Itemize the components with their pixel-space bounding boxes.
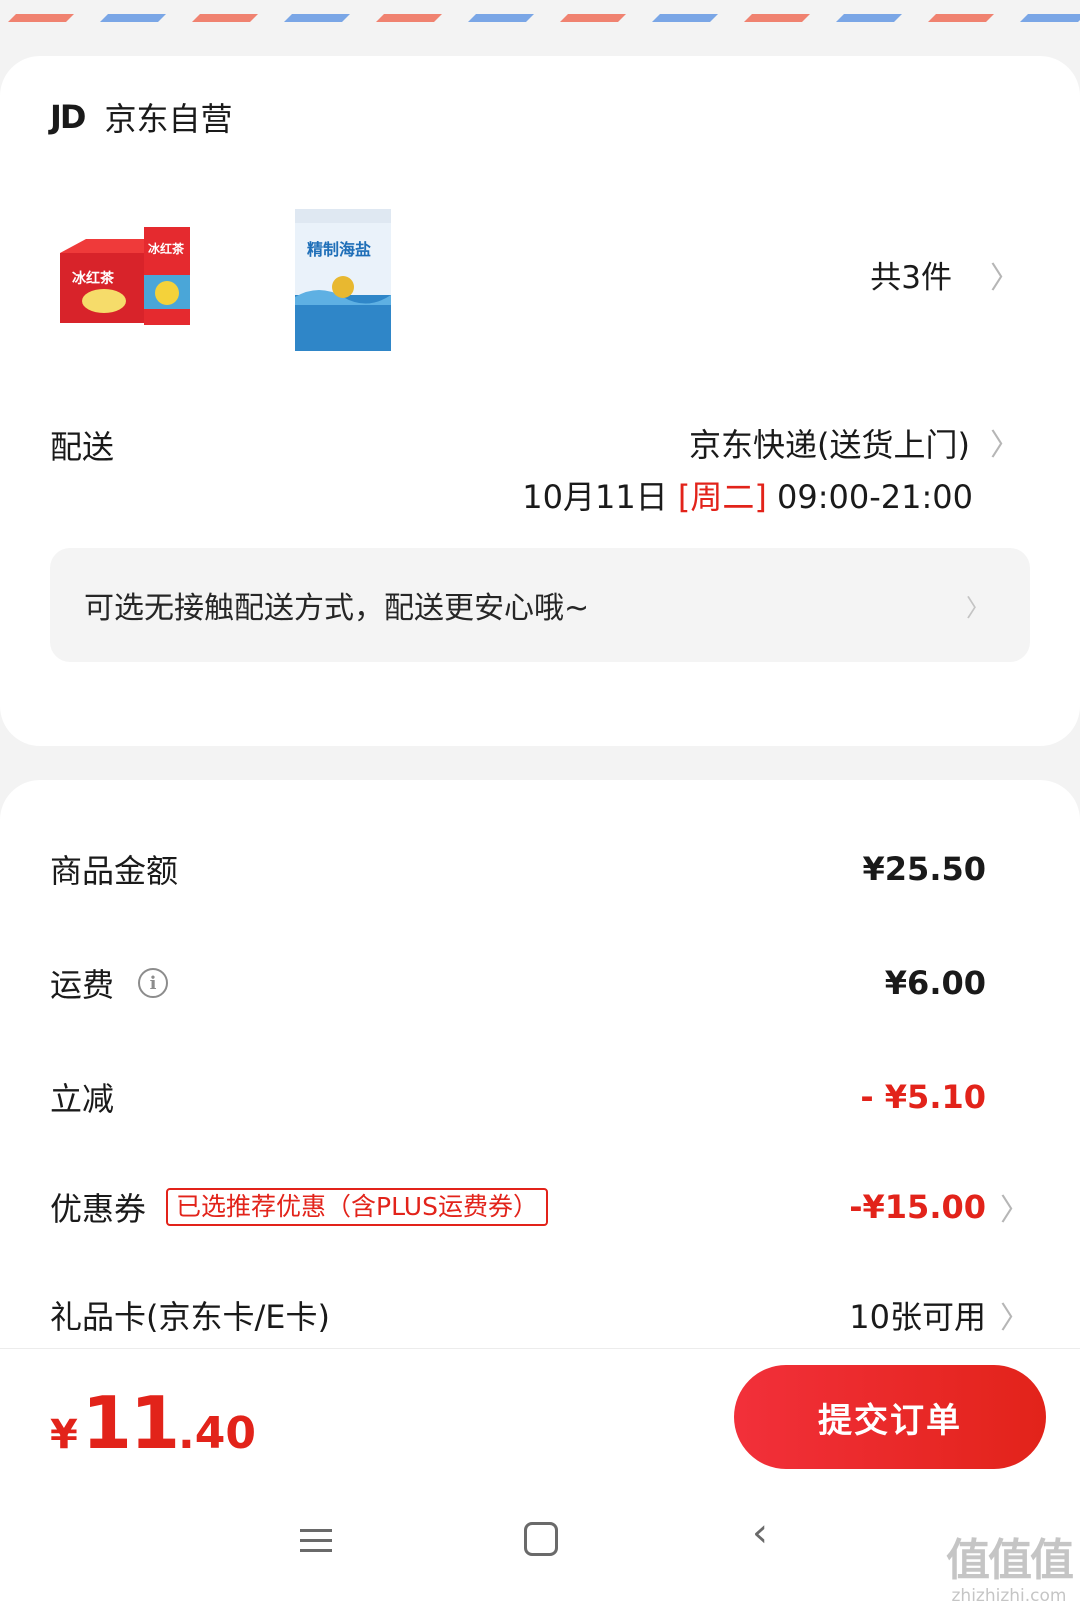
contactless-delivery-notice[interactable]: 可选无接触配送方式，配送更安心哦~ 〉 (50, 548, 1030, 662)
home-icon[interactable] (524, 1522, 558, 1556)
shop-header: JD 京东自营 (50, 94, 232, 140)
goods-amount-row: 商品金额 ¥25.50 (50, 844, 1030, 894)
delivery-time[interactable]: 10月11日 [周二] 09:00-21:00 (522, 472, 973, 518)
shipping-fee-label: 运费 (50, 966, 115, 1004)
submit-order-button[interactable]: 提交订单 (734, 1365, 1046, 1469)
watermark: 值值值 zhizhizhi.com (946, 1524, 1074, 1606)
delivery-method[interactable]: 京东快递(送货上门) (689, 420, 970, 466)
product-thumbnails[interactable]: 冰红茶 冰红茶 精制海盐 (56, 205, 486, 355)
total-integer: 11 (81, 1381, 180, 1465)
item-count-row[interactable]: 共3件 〉 (870, 252, 1020, 297)
delivery-time-slot: 09:00-21:00 (777, 478, 973, 516)
coupon-row[interactable]: 优惠券 已选推荐优惠（含PLUS运费券） -¥15.00 〉 (50, 1182, 1030, 1232)
svg-text:冰红茶: 冰红茶 (148, 241, 185, 256)
currency-symbol: ¥ (50, 1412, 78, 1458)
notice-text: 可选无接触配送方式，配送更安心哦~ (84, 591, 590, 626)
item-count: 共3件 (870, 260, 952, 296)
coupon-recommend-tag: 已选推荐优惠（含PLUS运费券） (166, 1188, 548, 1226)
gift-card-value: 10张可用 (849, 1298, 986, 1336)
chevron-right-icon: 〉 (966, 594, 990, 622)
chevron-right-icon[interactable]: 〉 (1000, 1185, 1030, 1229)
order-card: JD 京东自营 冰红茶 冰红茶 精制海盐 共3件 〉 配送 京东快递(送货上门)… (0, 56, 1080, 746)
shipping-fee-row: 运费 i ¥6.00 (50, 958, 1030, 1008)
total-decimal: .40 (178, 1408, 256, 1459)
salt-bag-product-image[interactable]: 精制海盐 (271, 205, 421, 355)
envelope-stripe (0, 0, 1080, 26)
instant-discount-row: 立减 - ¥5.10 (50, 1072, 1030, 1122)
coupon-value: -¥15.00 (849, 1188, 986, 1226)
back-icon[interactable]: ‹ (752, 1510, 768, 1556)
watermark-logo: 值值值 (946, 1535, 1074, 1586)
shipping-fee-value: ¥6.00 (884, 964, 986, 1002)
goods-amount-label: 商品金额 (50, 852, 179, 890)
jd-logo-icon: JD (50, 98, 86, 136)
chevron-right-icon[interactable]: 〉 (990, 420, 1020, 464)
coupon-label: 优惠券 (50, 1190, 147, 1228)
info-icon[interactable]: i (138, 968, 169, 998)
drink-brand-text: 冰红茶 (72, 270, 115, 287)
svg-text:精制海盐: 精制海盐 (307, 240, 371, 259)
system-navigation-bar: ‹ 值值值 zhizhizhi.com (0, 1488, 1080, 1616)
delivery-weekday: [周二] (677, 478, 767, 516)
gift-card-row[interactable]: 礼品卡(京东卡/E卡) 10张可用 〉 (50, 1290, 1030, 1340)
drink-box-product-image[interactable]: 冰红茶 冰红茶 (56, 205, 206, 355)
delivery-date: 10月11日 (522, 478, 668, 516)
order-total: ¥ 11 .40 (50, 1381, 256, 1465)
goods-amount-value: ¥25.50 (862, 850, 986, 888)
shop-name: 京东自营 (104, 100, 233, 138)
gift-card-label: 礼品卡(京东卡/E卡) (50, 1298, 330, 1336)
menu-icon[interactable] (300, 1522, 336, 1559)
watermark-url: zhizhizhi.com (951, 1586, 1067, 1606)
checkout-bar: ¥ 11 .40 提交订单 (0, 1348, 1080, 1488)
instant-discount-label: 立减 (50, 1080, 115, 1118)
chevron-right-icon: 〉 (990, 260, 1020, 296)
chevron-right-icon[interactable]: 〉 (1000, 1293, 1030, 1337)
delivery-label: 配送 (50, 428, 115, 466)
instant-discount-value: - ¥5.10 (860, 1078, 986, 1116)
